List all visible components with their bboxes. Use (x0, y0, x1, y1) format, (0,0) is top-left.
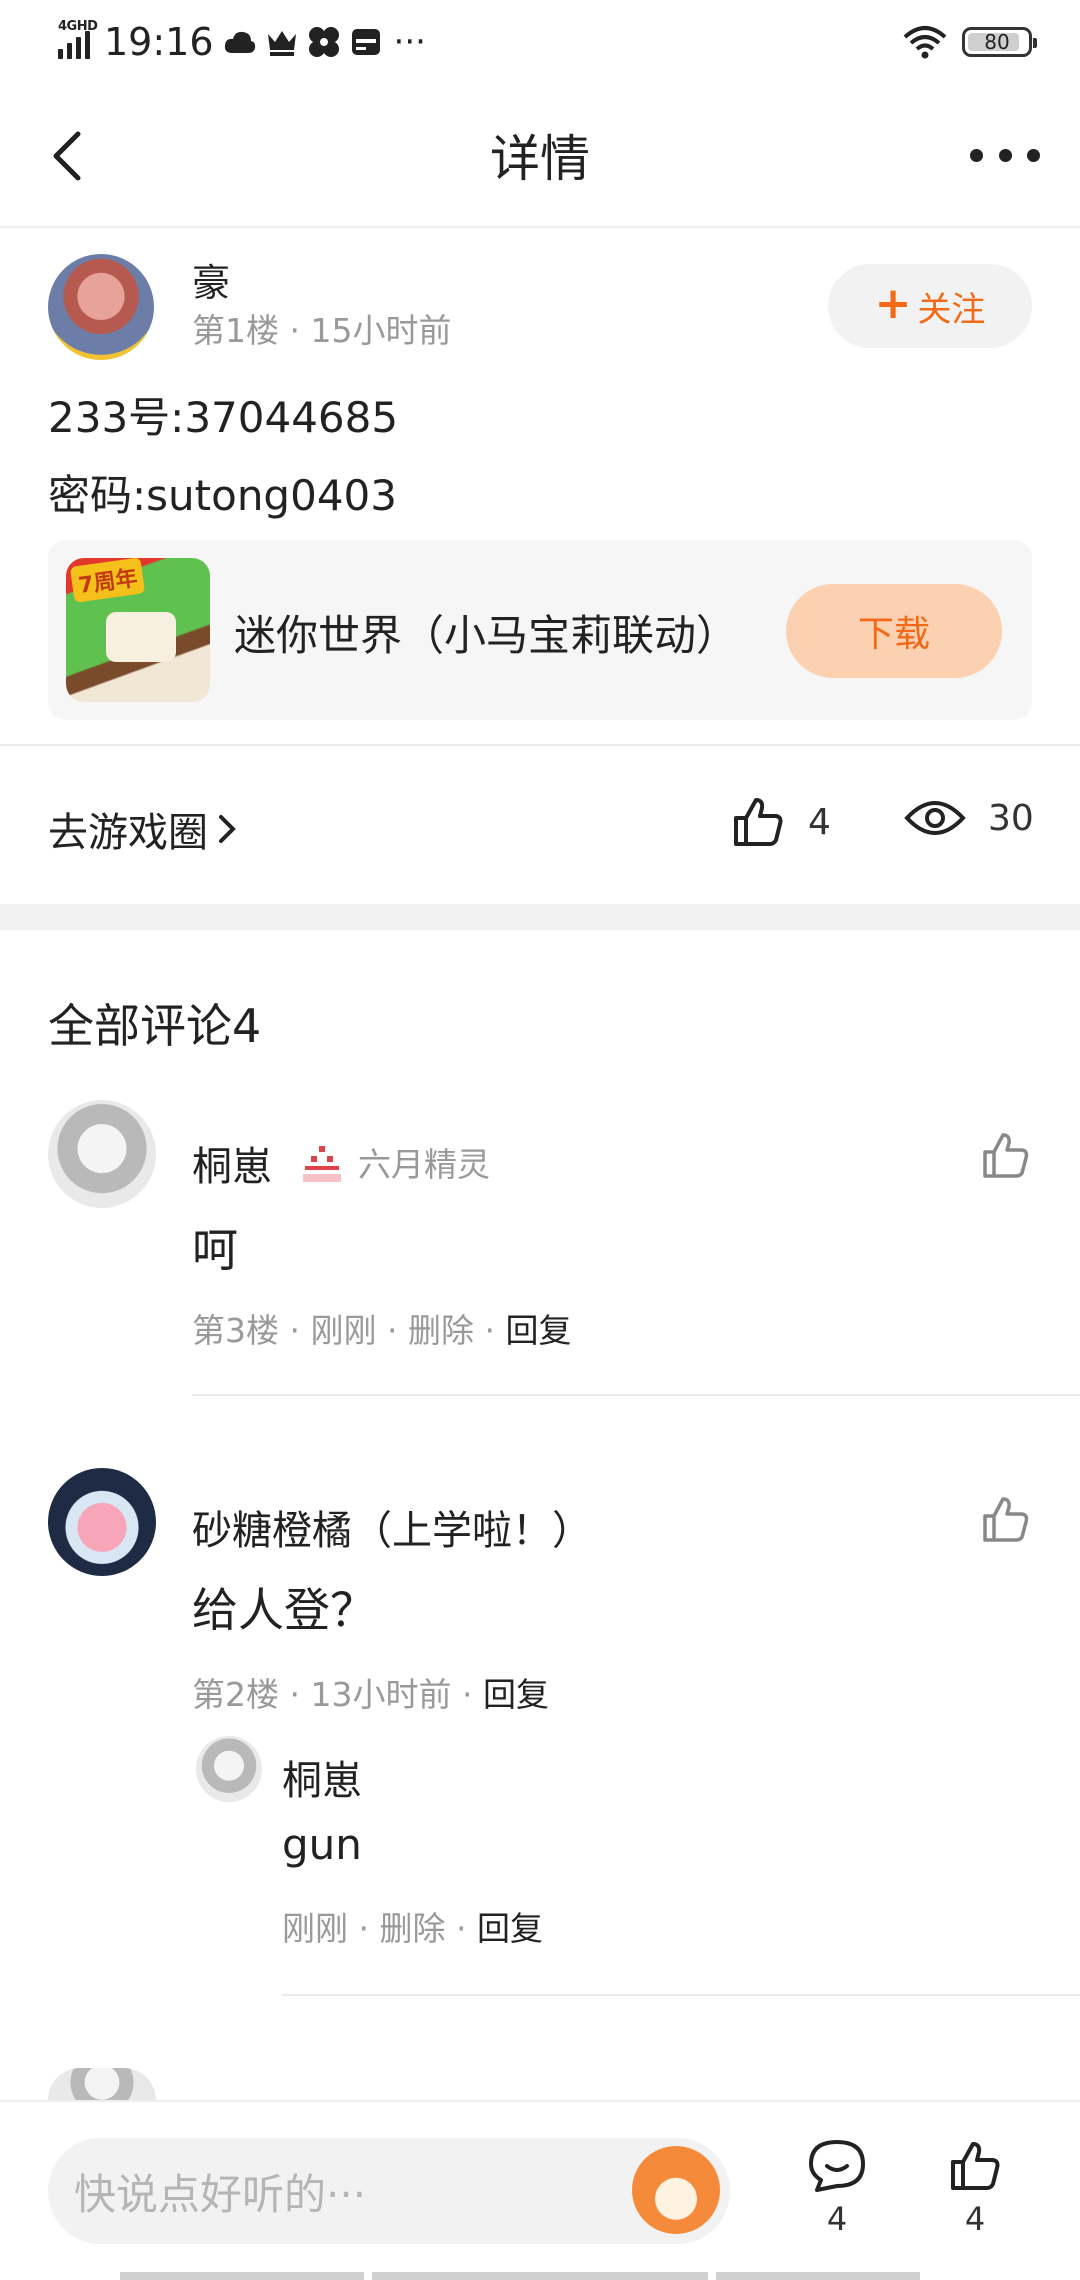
comment-text: 给人登？ (192, 1583, 376, 1637)
comment-meta: 第2楼 · 13小时前 · 回复 (192, 1675, 549, 1714)
post-view-count: 30 (988, 797, 1034, 839)
comment-divider (282, 1994, 1080, 1996)
download-button[interactable]: 下载 (786, 584, 1002, 678)
plus-icon: + (874, 278, 912, 329)
comment-time: 刚刚 (310, 1311, 377, 1350)
status-overflow: ··· (393, 22, 426, 62)
dot-icon (998, 148, 1012, 162)
game-icon: 7周年 (66, 558, 210, 702)
reply-link[interactable]: 回复 (477, 1909, 543, 1948)
reply-text: gun (282, 1820, 362, 1869)
game-icon-badge: 7周年 (69, 558, 146, 603)
author-avatar[interactable] (48, 254, 154, 360)
like-count: 4 (964, 2200, 986, 2238)
status-right: 80 (902, 26, 1037, 59)
thumbs-up-icon (734, 798, 783, 846)
comment-divider (192, 1394, 1080, 1396)
mascot-icon[interactable] (632, 2146, 720, 2234)
comment-text: 呵 (192, 1223, 238, 1277)
like-button[interactable]: 4 (940, 2138, 1010, 2238)
post-actions: 去游戏圈 4 30 (0, 744, 1080, 910)
comment-input-placeholder: 快说点好听的··· (74, 2169, 367, 2219)
comment-floor: 第3楼 (192, 1311, 279, 1350)
crown-icon (266, 26, 298, 58)
delete-link[interactable]: 删除 (408, 1311, 474, 1350)
section-divider (0, 904, 1080, 930)
game-name: 迷你世界（小马宝莉联动） (234, 611, 739, 660)
reply-avatar[interactable] (196, 1736, 262, 1802)
page-title: 详情 (490, 130, 590, 188)
post-view-stat: 30 (904, 794, 1034, 842)
commenter-avatar[interactable] (48, 2068, 156, 2100)
comment-bubble-icon (809, 2140, 865, 2192)
game-card[interactable]: 7周年 迷你世界（小马宝莉联动） 下载 (48, 540, 1032, 720)
more-options-button[interactable] (970, 140, 1040, 170)
thumbs-up-icon (951, 2142, 1000, 2190)
comments-title: 全部评论4 (48, 999, 262, 1053)
reply-link[interactable]: 回复 (505, 1311, 571, 1350)
commenter-avatar[interactable] (48, 1100, 156, 1208)
follow-button[interactable]: + 关注 (828, 264, 1032, 348)
delete-link[interactable]: 删除 (379, 1909, 445, 1948)
commenter-badge-label: 六月精灵 (358, 1145, 490, 1184)
cloud-icon (224, 26, 256, 58)
back-button[interactable] (48, 130, 100, 182)
bottom-bar: 快说点好听的··· 4 4 (0, 2100, 1080, 2280)
commenter-name[interactable]: 砂糖橙橘（上学啦！） (192, 1498, 592, 1556)
status-bar: 4GHD 19:16 ··· 80 (0, 0, 1080, 84)
comment-meta: 第3楼 · 刚刚 · 删除 · 回复 (192, 1311, 572, 1350)
back-arrow-icon (53, 131, 81, 181)
signal-icon: 4GHD (58, 19, 98, 59)
go-game-circle-label: 去游戏圈 (48, 810, 208, 856)
status-left: 4GHD 19:16 ··· (58, 19, 426, 64)
post-meta: 第1楼 · 15小时前 (192, 304, 451, 352)
follow-label: 关注 (917, 289, 986, 330)
reply-link[interactable]: 回复 (483, 1675, 549, 1714)
comment-like-button[interactable] (980, 1130, 1032, 1182)
cake-badge-icon (303, 1146, 341, 1182)
eye-icon (904, 801, 966, 835)
post-content-line: 233号:37044685 (48, 393, 399, 442)
wifi-icon (902, 26, 948, 59)
reply-author-name[interactable]: 桐崽 (282, 1748, 362, 1806)
post-floor: 第1楼 (192, 311, 279, 350)
go-game-circle-link[interactable]: 去游戏圈 (48, 800, 238, 858)
battery-indicator: 80 (962, 27, 1037, 57)
commenter-name[interactable]: 桐崽 (192, 1134, 272, 1192)
commenter-avatar[interactable] (48, 1468, 156, 1576)
navigation-bar: 详情 (0, 84, 1080, 228)
dot-icon (1027, 148, 1040, 162)
commenter-badge: 六月精灵 (300, 1138, 490, 1186)
comment-time: 13小时前 (310, 1675, 452, 1714)
comment-floor: 第2楼 (192, 1675, 279, 1714)
battery-level: 80 (984, 30, 1010, 54)
post-like-count: 4 (808, 801, 831, 843)
post-like-button[interactable]: 4 (730, 794, 831, 850)
post-time: 15小时前 (310, 311, 452, 350)
reply-meta: 刚刚 · 删除 · 回复 (282, 1909, 543, 1948)
network-type: 4GHD (58, 19, 98, 34)
author-name[interactable]: 豪 (192, 252, 230, 307)
wallet-icon (350, 26, 382, 58)
comment-like-button[interactable] (980, 1494, 1032, 1546)
meta-separator: · (289, 311, 311, 350)
home-indicator (120, 2272, 960, 2280)
dot-icon (970, 148, 983, 162)
comment-input[interactable]: 快说点好听的··· (48, 2138, 730, 2244)
pinwheel-icon (308, 26, 340, 58)
reply-time: 刚刚 (282, 1909, 348, 1948)
status-time: 19:16 (104, 20, 214, 64)
comments-count: 4 (826, 2200, 848, 2238)
post-content-line: 密码:sutong0403 (48, 471, 397, 520)
chevron-right-icon (219, 815, 236, 843)
comments-button[interactable]: 4 (802, 2138, 872, 2238)
